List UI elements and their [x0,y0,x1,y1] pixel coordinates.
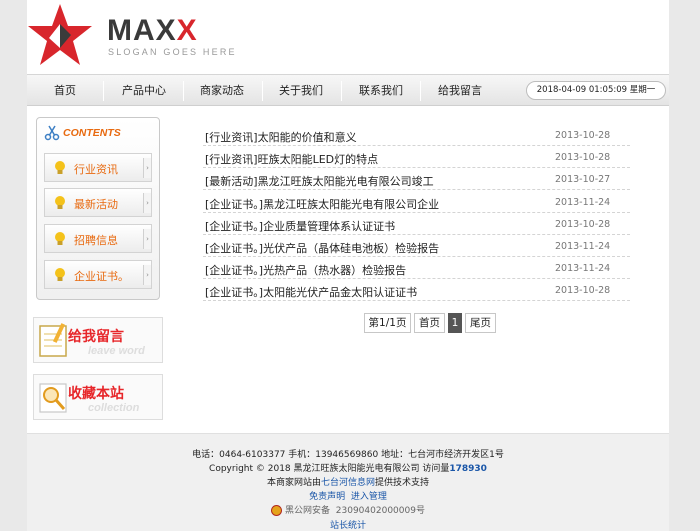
footer-support: 本商家网站由七台河信息网提供技术支持 [266,478,430,488]
leave-message-title: 给我留言 [68,329,124,345]
list-item: [行业资讯]太阳能的价值和意义 2013-10-28 [203,124,630,146]
page-info: 第1/1页 [364,313,411,333]
sidebar-item-certificates[interactable]: 企业证书。 › [44,260,152,289]
nav-divider [420,81,421,101]
nav-guestbook[interactable]: 给我留言 [429,75,491,106]
nav-divider [262,81,263,101]
datetime-display: 2018-04-09 01:05:09 星期一 [526,81,666,100]
bookmark-title: 收藏本站 [68,386,124,402]
nav-home[interactable]: 首页 [40,75,90,106]
list-item: [企业证书。]黑龙江旺族太阳能光电有限公司企业 2013-11-24 [203,191,630,213]
bookmark-site-button[interactable]: 收藏本站 collection [33,374,163,420]
sidebar-item-label: 行业资讯 [74,163,118,176]
list-item: [企业证书。]光热产品（热水器）检验报告 2013-11-24 [203,257,630,279]
sidebar-item-label: 招聘信息 [74,234,118,247]
current-page: 1 [448,313,462,333]
police-badge-icon [271,505,283,516]
nav-divider [183,81,184,101]
page: MAXX SLOGAN GOES HERE 首页 产品中心 商家动态 关于我们 … [27,0,669,531]
chevron-right-icon: › [143,265,151,285]
slogan: SLOGAN GOES HERE [108,47,237,57]
list-item: [企业证书。]光伏产品（晶体硅电池板）检验报告 2013-11-24 [203,235,630,257]
news-date: 2013-10-28 [555,130,611,141]
list-item: [企业证书。]太阳能光伏产品金太阳认证证书 2013-10-28 [203,279,630,301]
news-title-link[interactable]: [企业证书。]黑龙江旺族太阳能光电有限公司企业 [205,196,439,212]
nav-divider [103,81,104,101]
lightbulb-icon [55,268,65,281]
news-date: 2013-11-24 [555,263,611,274]
list-item: [行业资讯]旺族太阳能LED灯的特点 2013-10-28 [203,146,630,168]
sidebar-item-recruitment[interactable]: 招聘信息 › [44,224,152,253]
footer-copyright: Copyright © 2018 黑龙江旺族太阳能光电有限公司 访问量17893… [209,464,487,474]
header: MAXX SLOGAN GOES HERE [27,0,669,74]
news-date: 2013-11-24 [555,241,611,252]
footer-stats: 站长统计 [27,518,669,531]
main-nav: 首页 产品中心 商家动态 关于我们 联系我们 给我留言 2018-04-09 0… [27,74,669,106]
sidebar-item-industry-news[interactable]: 行业资讯 › [44,153,152,182]
sidebar-item-label: 企业证书。 [74,270,129,283]
footer-contact: 电话：0464-6103377 手机：13946569860 地址：七台河市经济… [192,450,504,460]
news-title-link[interactable]: [企业证书。]光伏产品（晶体硅电池板）检验报告 [205,240,439,256]
footer: 电话：0464-6103377 手机：13946569860 地址：七台河市经济… [27,433,669,531]
news-date: 2013-10-27 [555,174,611,185]
list-item: [企业证书。]企业质量管理体系认证证书 2013-10-28 [203,213,630,235]
footer-links: 免责声明 进入管理 [27,489,669,502]
list-item: [最新活动]黑龙江旺族太阳能光电有限公司竣工 2013-10-27 [203,168,630,190]
first-page-button[interactable]: 首页 [414,313,445,333]
sidebar-contents: CONTENTS 行业资讯 › 最新活动 › 招聘信息 › 企业证书。 › [36,117,160,300]
chevron-right-icon: › [143,158,151,178]
nav-news[interactable]: 商家动态 [192,75,252,106]
scissors-icon [44,125,60,141]
lightbulb-icon [55,196,65,209]
leave-message-button[interactable]: 给我留言 leave word [33,317,163,363]
news-title-link[interactable]: [企业证书。]企业质量管理体系认证证书 [205,218,395,234]
last-page-button[interactable]: 尾页 [465,313,496,333]
news-title-link[interactable]: [行业资讯]旺族太阳能LED灯的特点 [205,151,378,167]
sidebar-title: CONTENTS [63,127,121,139]
news-date: 2013-10-28 [555,285,611,296]
chevron-right-icon: › [143,193,151,213]
support-link[interactable]: 七台河信息网 [321,478,375,488]
red-star-logo-icon [28,4,92,65]
nav-products[interactable]: 产品中心 [113,75,175,106]
admin-link[interactable]: 进入管理 [351,492,387,502]
lightbulb-icon [55,232,65,245]
nav-about[interactable]: 关于我们 [271,75,331,106]
leave-message-subtitle: leave word [88,345,145,357]
chevron-right-icon: › [143,229,151,249]
lightbulb-icon [55,161,65,174]
news-title-link[interactable]: [企业证书。]太阳能光伏产品金太阳认证证书 [205,284,417,300]
nav-contact[interactable]: 联系我们 [350,75,412,106]
bookmark-subtitle: collection [88,402,140,414]
news-date: 2013-10-28 [555,152,611,163]
news-title-link[interactable]: [企业证书。]光热产品（热水器）检验报告 [205,262,406,278]
nav-divider [341,81,342,101]
sidebar-item-latest-events[interactable]: 最新活动 › [44,188,152,217]
brand-logo-text: MAXX [107,14,198,47]
visit-count: 178930 [449,464,487,474]
magnifier-icon [39,383,67,413]
news-date: 2013-10-28 [555,219,611,230]
site-stats-link[interactable]: 站长统计 [330,521,366,531]
disclaimer-link[interactable]: 免责声明 [309,492,345,502]
notepad-icon [39,323,67,357]
news-title-link[interactable]: [最新活动]黑龙江旺族太阳能光电有限公司竣工 [205,173,434,189]
sidebar-item-label: 最新活动 [74,198,118,211]
sidebar-header: CONTENTS [37,118,159,148]
news-title-link[interactable]: [行业资讯]太阳能的价值和意义 [205,129,357,145]
footer-icp: 黑公网安备 23090402000009号 [27,503,669,516]
news-date: 2013-11-24 [555,197,611,208]
